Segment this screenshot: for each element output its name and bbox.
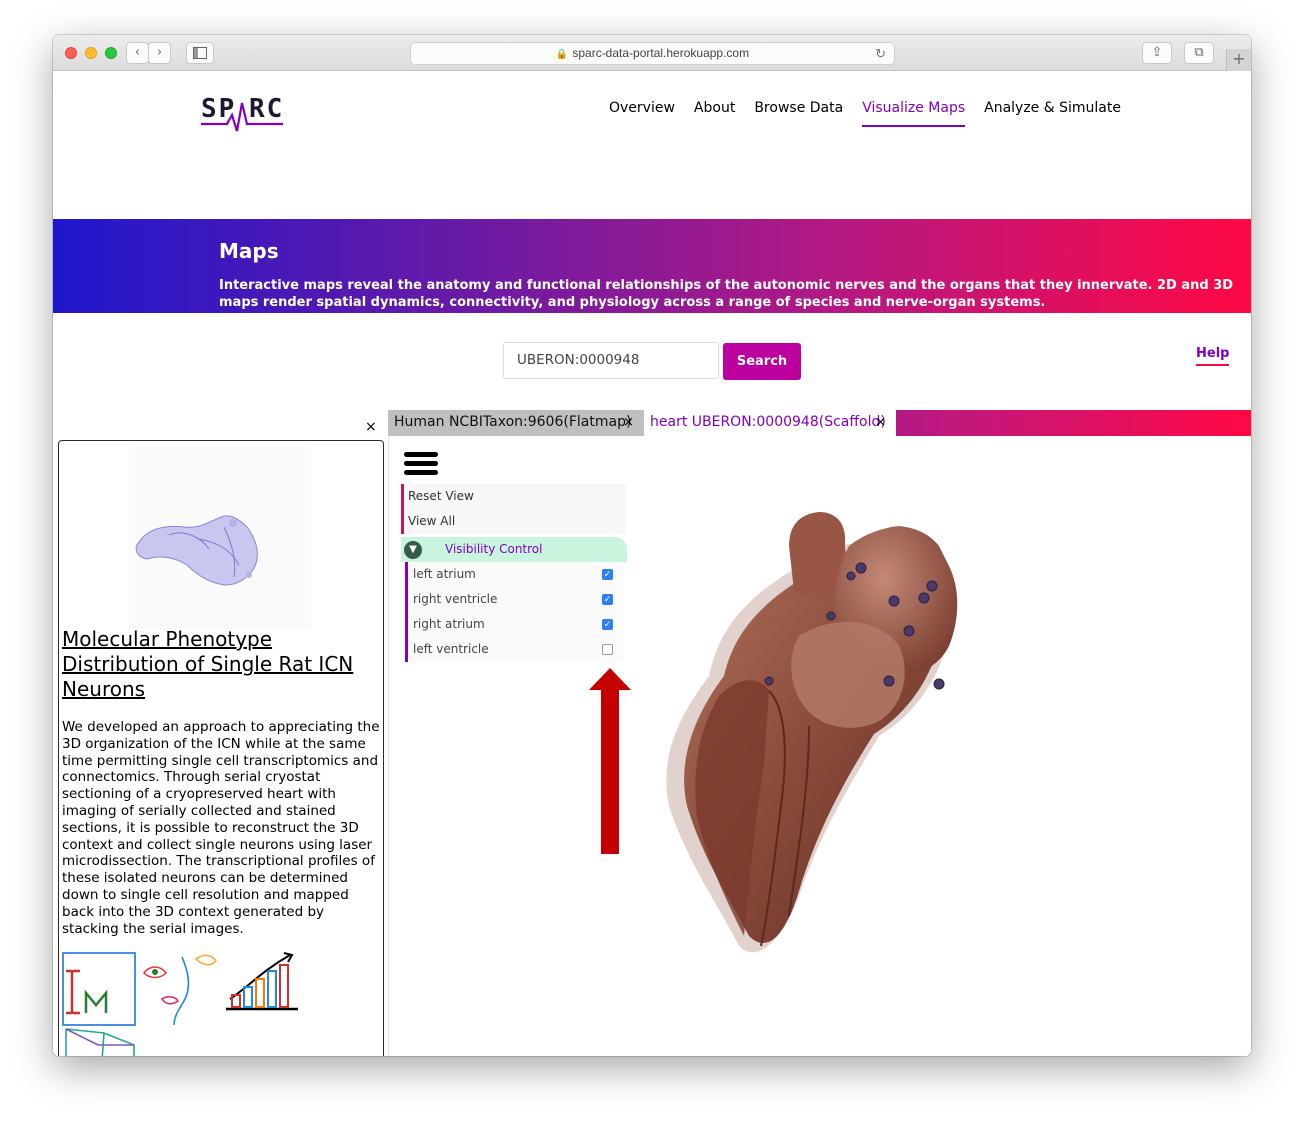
zoom-window-button[interactable] xyxy=(105,47,117,59)
page-banner: Maps Interactive maps reveal the anatomy… xyxy=(53,219,1251,313)
logo-text: RC xyxy=(249,94,284,124)
face-drawing-icon[interactable] xyxy=(143,954,217,1026)
visibility-item-label: left atrium xyxy=(413,567,476,581)
dataset-info-panel: Molecular Phenotype Distribution of Sing… xyxy=(58,440,384,1056)
browser-titlebar: ‹ › 🔒 sparc-data-portal.herokuapp.com ↻ ⇪… xyxy=(53,35,1251,71)
visibility-item-label: right atrium xyxy=(413,617,485,631)
dataset-title[interactable]: Molecular Phenotype Distribution of Sing… xyxy=(62,627,380,702)
search-button[interactable]: Search xyxy=(723,343,801,380)
visibility-control-header[interactable]: ▼ Visibility Control xyxy=(401,537,627,562)
help-link[interactable]: Help xyxy=(1196,346,1230,366)
share-icon[interactable]: ⇪ xyxy=(1142,42,1172,64)
sparc-logo[interactable]: SP RC xyxy=(201,91,291,135)
page-title: Maps xyxy=(219,239,279,263)
sidebar-toggle-icon[interactable] xyxy=(186,42,214,64)
tab-human-flatmap[interactable]: Human NCBITaxon:9606(Flatmap) × xyxy=(388,410,644,436)
reload-icon[interactable]: ↻ xyxy=(875,43,886,64)
nav-browse-data[interactable]: Browse Data xyxy=(754,99,843,127)
nav-analyze-simulate[interactable]: Analyze & Simulate xyxy=(984,99,1121,127)
tab-label: Human NCBITaxon:9606(Flatmap) xyxy=(394,414,632,430)
logo-text: SP xyxy=(201,94,236,124)
nav-overview[interactable]: Overview xyxy=(609,99,675,127)
search-input[interactable]: UBERON:0000948 xyxy=(503,342,719,379)
lock-icon: 🔒 xyxy=(555,49,569,60)
close-window-button[interactable] xyxy=(65,47,77,59)
checkbox-right-atrium[interactable]: ✓ xyxy=(602,619,613,630)
image-modality-icon[interactable] xyxy=(62,952,136,1026)
close-tab-icon[interactable]: × xyxy=(623,411,634,435)
bar-chart-icon[interactable] xyxy=(226,952,298,1011)
visibility-item-label: left ventricle xyxy=(413,642,489,656)
map-tab-bar: Human NCBITaxon:9606(Flatmap) × heart UB… xyxy=(388,410,1251,436)
menu-icon[interactable] xyxy=(404,452,438,478)
checkbox-left-atrium[interactable]: ✓ xyxy=(602,569,613,580)
collapse-arrow-icon[interactable]: ▼ xyxy=(404,541,422,559)
tab-heart-scaffold[interactable]: heart UBERON:0000948(Scaffold) × xyxy=(644,410,896,436)
tab-label: heart UBERON:0000948(Scaffold) xyxy=(650,414,886,430)
reset-view-button[interactable]: Reset View xyxy=(401,484,626,509)
forward-icon[interactable]: › xyxy=(148,42,171,64)
annotation-arrow-icon xyxy=(589,668,631,854)
address-bar[interactable]: 🔒 sparc-data-portal.herokuapp.com ↻ xyxy=(410,42,895,65)
page-description: Interactive maps reveal the anatomy and … xyxy=(219,278,1234,310)
view-all-button[interactable]: View All xyxy=(401,509,626,534)
minimize-window-button[interactable] xyxy=(85,47,97,59)
visibility-item-left-atrium[interactable]: left atrium ✓ xyxy=(405,562,623,587)
dataset-description: We developed an approach to appreciating… xyxy=(62,719,380,937)
close-panel-icon[interactable]: × xyxy=(365,419,377,435)
url-text: sparc-data-portal.herokuapp.com xyxy=(572,46,750,60)
heart-scaffold-model[interactable] xyxy=(649,506,979,976)
dataset-icons xyxy=(62,951,382,1056)
top-nav: Overview About Browse Data Visualize Map… xyxy=(609,99,1140,129)
nav-about[interactable]: About xyxy=(694,99,735,127)
cube-model-icon[interactable] xyxy=(65,1028,135,1056)
checkbox-right-ventricle[interactable]: ✓ xyxy=(602,594,613,605)
visibility-item-left-ventricle[interactable]: left ventricle xyxy=(405,637,623,662)
nav-visualize-maps[interactable]: Visualize Maps xyxy=(862,99,966,127)
tabs-overview-icon[interactable]: ⧉ xyxy=(1184,42,1214,64)
page-content: SP RC Overview About Browse Data Visuali… xyxy=(53,71,1251,1056)
visibility-item-label: right ventricle xyxy=(413,592,498,606)
dataset-thumbnail[interactable] xyxy=(129,447,311,629)
scaffold-viewer[interactable]: Reset View View All ▼ Visibility Control… xyxy=(388,436,1251,1056)
scaffold-control-menu: Reset View View All ▼ Visibility Control… xyxy=(401,484,627,662)
visibility-item-right-atrium[interactable]: right atrium ✓ xyxy=(405,612,623,637)
new-tab-icon[interactable]: + xyxy=(1226,49,1251,71)
visibility-control-label: Visibility Control xyxy=(445,542,543,556)
close-tab-icon[interactable]: × xyxy=(875,411,886,435)
back-icon[interactable]: ‹ xyxy=(126,42,149,64)
browser-window: ‹ › 🔒 sparc-data-portal.herokuapp.com ↻ ⇪… xyxy=(53,35,1251,1056)
checkbox-left-ventricle[interactable] xyxy=(602,644,613,655)
visibility-item-right-ventricle[interactable]: right ventricle ✓ xyxy=(405,587,623,612)
